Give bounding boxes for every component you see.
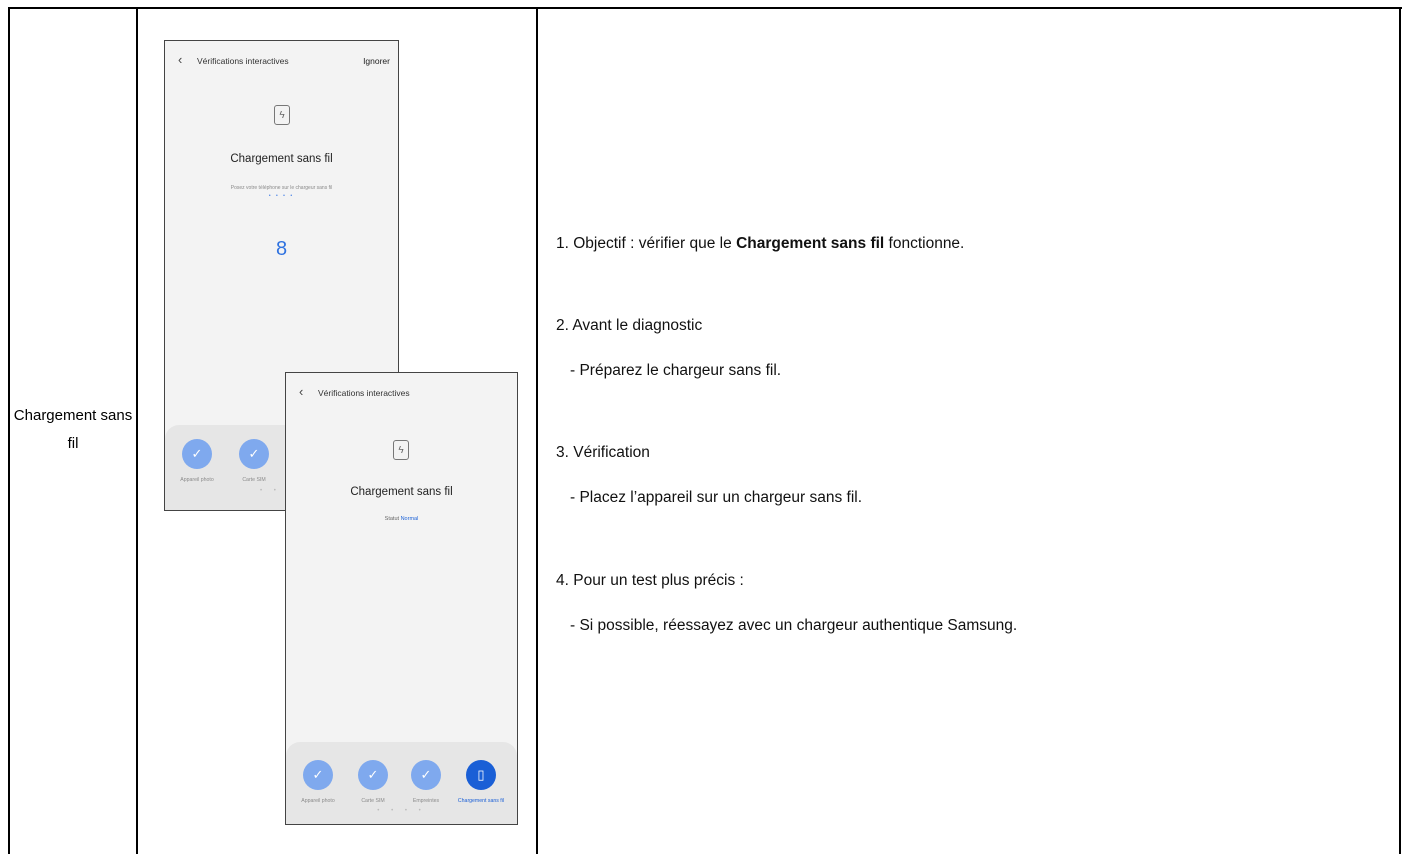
tray-item-fingerprint[interactable]: ✓ Empreintes: [397, 760, 455, 804]
tray-item-label: Empreintes: [412, 798, 440, 804]
screen-header: ‹ Vérifications interactives Ignorer: [165, 41, 398, 81]
step-1-suffix: fonctionne.: [884, 235, 965, 252]
step-3-title: 3. Vérification: [556, 444, 650, 461]
test-heading: Chargement sans fil: [230, 153, 333, 165]
test-heading: Chargement sans fil: [350, 486, 453, 498]
skip-button[interactable]: Ignorer: [363, 56, 390, 66]
tray-item-label: Chargement sans fil: [457, 798, 505, 804]
step-2-item: - Préparez le chargeur sans fil.: [570, 362, 782, 379]
wireless-charging-icon: ϟ: [274, 105, 290, 125]
countdown-number: 8: [275, 238, 288, 260]
step-4-item: - Si possible, réessayez avec un chargeu…: [570, 617, 1018, 634]
table-border-right: [1399, 7, 1401, 854]
tray-item-sim[interactable]: ✓ Carte SIM: [344, 760, 402, 804]
tray-item-label: Appareil photo: [180, 477, 214, 483]
step-1: 1. Objectif : vérifier que le Chargement…: [556, 234, 964, 254]
tray-item-camera[interactable]: ✓ Appareil photo: [168, 439, 226, 483]
step-2-title: 2. Avant le diagnostic: [556, 317, 703, 334]
step-4-title: 4. Pour un test plus précis :: [556, 572, 744, 589]
tray-item-label: Carte SIM: [361, 798, 385, 804]
status-label: Statut: [384, 516, 400, 522]
chevron-left-icon[interactable]: ‹: [299, 385, 303, 398]
tray-item-label: Carte SIM: [242, 477, 266, 483]
pager-dots: • •: [260, 488, 281, 494]
tray-item-label: Appareil photo: [301, 798, 335, 804]
screen-title: Vérifications interactives: [197, 56, 289, 66]
step-1-bold: Chargement sans fil: [736, 235, 885, 252]
pager-dots: • • • •: [377, 808, 426, 814]
table-border-top: [8, 7, 1402, 9]
screen-header: ‹ Vérifications interactives: [286, 373, 517, 413]
tray-item-wireless-charging[interactable]: ▯ Chargement sans fil: [452, 760, 510, 804]
chevron-left-icon[interactable]: ‹: [178, 53, 182, 66]
table-column-divider: [536, 7, 538, 854]
phone-screenshot-result: ‹ Vérifications interactives ϟ Chargemen…: [285, 372, 518, 825]
tray-item-sim[interactable]: ✓ Carte SIM: [225, 439, 283, 483]
step-3-item: - Placez l’appareil sur un chargeur sans…: [570, 489, 863, 506]
table-column-divider: [136, 7, 138, 854]
progress-dots: • • • •: [268, 193, 295, 199]
check-icon: ✓: [358, 760, 388, 790]
tray-item-camera[interactable]: ✓ Appareil photo: [289, 760, 347, 804]
row-label: Chargement sans fil: [13, 407, 133, 452]
test-status: Statut Normal: [286, 516, 517, 522]
wireless-charging-icon: ▯: [466, 760, 496, 790]
test-tray: ✓ Appareil photo ✓ Carte SIM ✓ Empreinte…: [286, 742, 517, 824]
check-icon: ✓: [239, 439, 269, 469]
step-1-prefix: 1. Objectif : vérifier que le: [556, 235, 737, 252]
wireless-charging-icon: ϟ: [393, 440, 409, 460]
screen-title: Vérifications interactives: [318, 388, 410, 398]
status-value: Normal: [400, 516, 419, 522]
test-instruction: Posez votre téléphone sur le chargeur sa…: [230, 185, 333, 191]
check-icon: ✓: [182, 439, 212, 469]
check-icon: ✓: [411, 760, 441, 790]
check-icon: ✓: [303, 760, 333, 790]
